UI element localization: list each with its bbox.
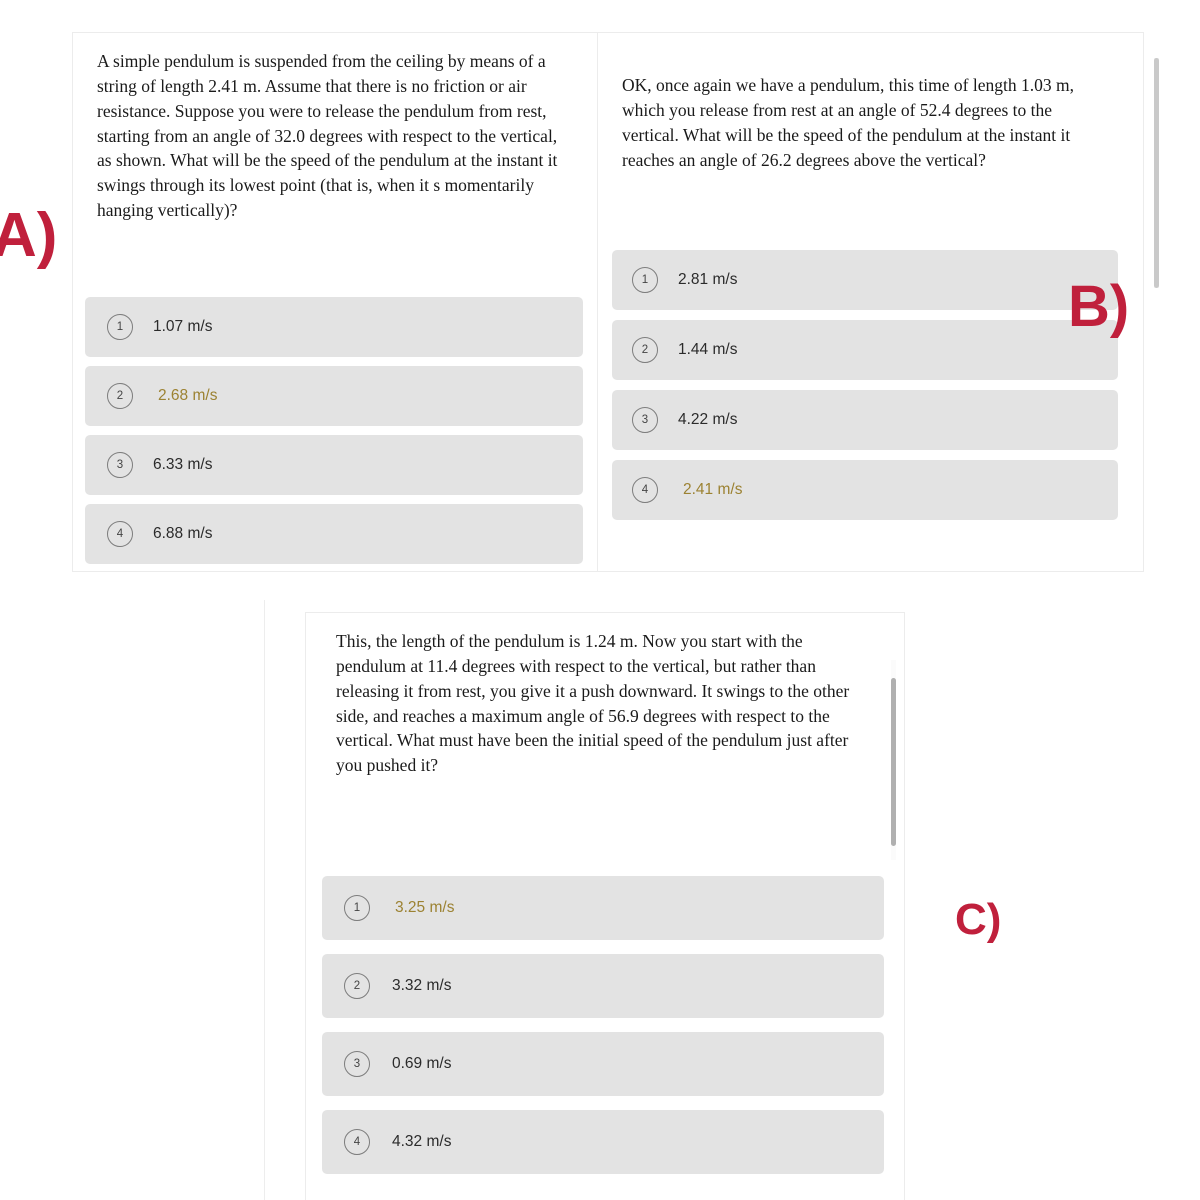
annotation-label-a: A) bbox=[0, 201, 58, 270]
question-a-prompt: A simple pendulum is suspended from the … bbox=[97, 51, 558, 221]
option-number-badge: 1 bbox=[344, 895, 370, 921]
option-number-badge: 3 bbox=[107, 452, 133, 478]
option-label: 1.07 m/s bbox=[153, 318, 213, 335]
option-number-badge: 4 bbox=[632, 477, 658, 503]
option-row[interactable]: 3 6.33 m/s bbox=[85, 435, 583, 495]
option-label: 2.81 m/s bbox=[678, 271, 738, 288]
question-c-scrollbar-thumb[interactable] bbox=[891, 678, 896, 846]
option-number-badge: 2 bbox=[344, 973, 370, 999]
option-row[interactable]: 1 2.81 m/s bbox=[612, 250, 1118, 310]
annotation-label-c: C) bbox=[955, 895, 1002, 944]
option-label: 2.41 m/s bbox=[680, 480, 745, 500]
option-row[interactable]: 2 2.68 m/s bbox=[85, 366, 583, 426]
option-number-badge: 4 bbox=[344, 1129, 370, 1155]
option-label: 6.33 m/s bbox=[153, 456, 213, 473]
option-row[interactable]: 4 6.88 m/s bbox=[85, 504, 583, 564]
option-row[interactable]: 4 2.41 m/s bbox=[612, 460, 1118, 520]
option-label: 3.32 m/s bbox=[392, 977, 452, 994]
option-row[interactable]: 3 0.69 m/s bbox=[322, 1032, 884, 1096]
option-label: 4.32 m/s bbox=[392, 1133, 452, 1150]
option-row[interactable]: 2 3.32 m/s bbox=[322, 954, 884, 1018]
option-number-badge: 2 bbox=[632, 337, 658, 363]
question-c-prompt: This, the length of the pendulum is 1.24… bbox=[336, 631, 850, 776]
option-label: 4.22 m/s bbox=[678, 411, 738, 428]
screenshot-canvas: A simple pendulum is suspended from the … bbox=[0, 0, 1200, 1200]
option-label: 6.88 m/s bbox=[153, 525, 213, 542]
option-row[interactable]: 1 1.07 m/s bbox=[85, 297, 583, 357]
option-number-badge: 1 bbox=[107, 314, 133, 340]
option-number-badge: 4 bbox=[107, 521, 133, 547]
panel-c-left-divider bbox=[264, 600, 265, 1200]
annotation-label-b: B) bbox=[1068, 274, 1130, 339]
option-label: 3.25 m/s bbox=[392, 898, 457, 918]
question-b-prompt: OK, once again we have a pendulum, this … bbox=[622, 75, 1074, 170]
option-label: 0.69 m/s bbox=[392, 1055, 452, 1072]
option-number-badge: 2 bbox=[107, 383, 133, 409]
option-label: 2.68 m/s bbox=[155, 386, 220, 406]
option-row[interactable]: 2 1.44 m/s bbox=[612, 320, 1118, 380]
question-b-scrollbar-thumb[interactable] bbox=[1154, 58, 1159, 288]
option-label: 1.44 m/s bbox=[678, 341, 738, 358]
option-row[interactable]: 1 3.25 m/s bbox=[322, 876, 884, 940]
option-row[interactable]: 3 4.22 m/s bbox=[612, 390, 1118, 450]
option-number-badge: 3 bbox=[632, 407, 658, 433]
option-number-badge: 1 bbox=[632, 267, 658, 293]
option-row[interactable]: 4 4.32 m/s bbox=[322, 1110, 884, 1174]
option-number-badge: 3 bbox=[344, 1051, 370, 1077]
